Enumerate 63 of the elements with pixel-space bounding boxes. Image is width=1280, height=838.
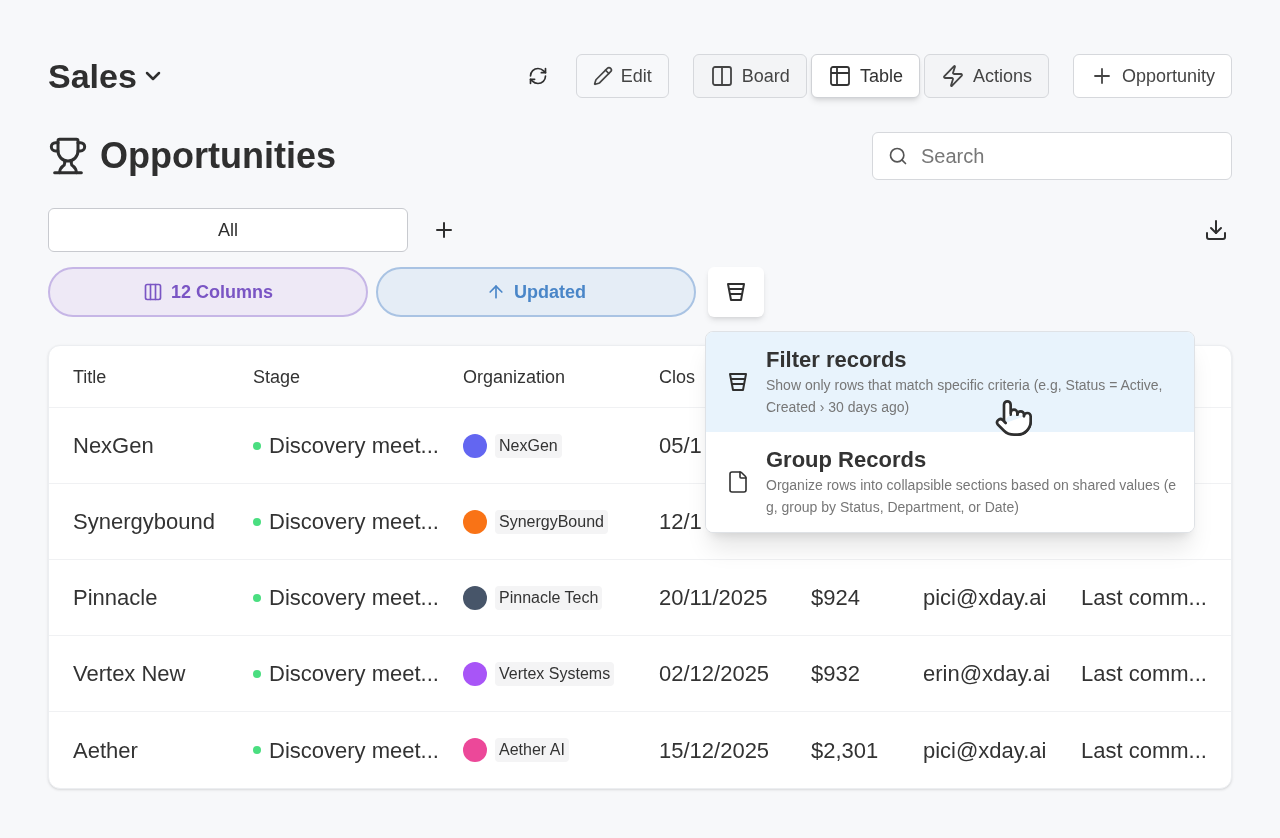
menu-item-title: Filter records [766,346,908,374]
column-header: Title [73,365,107,389]
menu-item-title: Group Records [766,446,928,474]
table-cell-text: 15/12/2025 [659,736,770,765]
column-header: Organization [463,365,566,389]
menu-item[interactable]: Filter records Show only rows that match specific criteria (e.g, Status = Active, Created › 30 days ago) [706,332,1194,432]
table-cell-text: Last comm... [1081,660,1208,688]
org-chip: NexGen [495,433,562,458]
table-cell-text: 05/1 [659,432,702,460]
funnel-icon [724,280,748,304]
table-cell-text: $932 [811,660,861,688]
table-cell-text: Discovery meet... [269,508,439,536]
search-icon [888,146,908,166]
table-cell-text: Discovery meet... [269,584,439,612]
org-chip: Aether AI [495,738,569,762]
pencil-icon [592,66,613,86]
table-cell-text: Discovery meet... [269,736,439,765]
table-cell-text: 20/11/2025 [659,584,768,612]
view-tab[interactable]: Table [810,54,920,98]
new-opportunity-button[interactable]: Opportunity [1072,54,1232,98]
org-chip: SynergyBound [495,509,608,534]
table-icon [827,64,852,88]
org-chip: Pinnacle Tech [495,585,603,610]
table-cell-text: Last comm... [1081,736,1208,765]
download-icon [1204,218,1228,242]
table-cell-text: Discovery meet... [269,432,439,460]
table-cell-text: Pinnacle [73,584,159,612]
trophy-icon [48,136,88,176]
table-cell-text: 02/12/2025 [659,660,770,688]
table-cell-text: $924 [811,584,861,612]
menu-item[interactable]: Group Records Organize rows into collapsible sections based on shared values (e g, group by Status, Department, or Date) [706,432,1194,532]
filter-button[interactable] [708,267,764,317]
hand-cursor-icon [994,398,1034,438]
view-tab[interactable]: Board [692,54,807,98]
view-filter-tab[interactable]: All [48,208,408,252]
table-cell-text: Synergybound [73,508,216,536]
search-field[interactable]: Search [872,132,1232,180]
table-cell-text: erin@xday.ai [923,660,1052,688]
section-title: Opportunities [100,134,336,178]
org-chip: Vertex Systems [495,661,615,686]
edit-button[interactable]: Edit [575,54,669,98]
column-header: Clos [659,365,695,389]
menu-item-description: Show only rows that match specific criteria (e.g, Status = Active, Created › 30 days ago) [766,376,1164,417]
table-cell-text: NexGen [73,432,155,460]
lightning-icon [940,64,965,88]
table-cell-text: Discovery meet... [269,660,439,688]
table-cell-text: $2,301 [811,736,880,765]
table-cell-text: pici@xday.ai [923,736,1048,765]
view-tab[interactable]: Actions [923,54,1049,98]
file-icon [726,470,750,494]
columns-icon [709,64,734,88]
funnel-icon [726,370,750,394]
column-header: Stage [253,365,301,389]
columns-button[interactable]: 12 Columns [48,267,368,317]
table-cell-text: pici@xday.ai [923,584,1048,612]
table-cell-text: Aether [73,736,139,765]
columns-icon [143,282,163,302]
table-cell-text: 12/1 [659,508,702,536]
page-title: Sales [48,55,137,97]
menu-item-description: Organize rows into collapsible sections based on shared values (e g, group by Status, Department, or Date) [766,476,1178,517]
table-cell-text: Last comm... [1081,584,1208,612]
table-cell-text: Vertex New [73,660,187,688]
refresh-icon [527,66,548,86]
